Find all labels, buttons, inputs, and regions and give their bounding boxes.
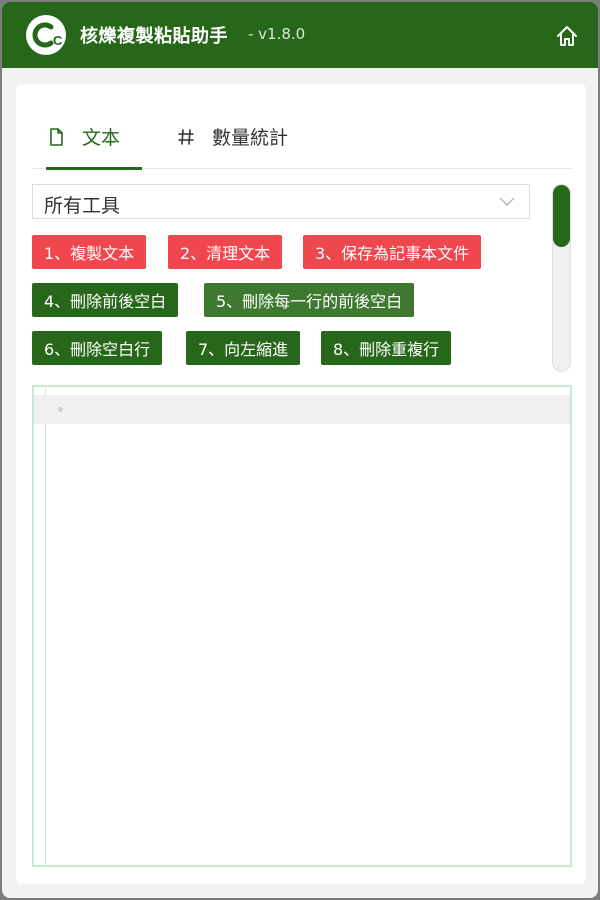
tab-bar: 文本 數量統計 (32, 104, 572, 170)
remove-blank-lines-button[interactable]: 6、刪除空白行 (32, 331, 163, 365)
app-window: C 核爍複製粘貼助手 - v1.8.0 文本 數量統計 所有工具 1、複製文本 … (2, 2, 598, 898)
chevron-down-icon (499, 197, 515, 206)
tools-scrollbar[interactable] (552, 184, 571, 372)
main-card: 文本 數量統計 所有工具 1、複製文本 2、清理文本 3、保存為記事本文件 4、… (16, 84, 586, 884)
tool-category-select[interactable]: 所有工具 (32, 184, 530, 219)
title-bar: C 核爍複製粘貼助手 - v1.8.0 (2, 2, 598, 68)
hash-icon (178, 128, 194, 145)
app-version: - v1.8.0 (248, 25, 306, 43)
tab-text[interactable]: 文本 (46, 104, 143, 170)
file-icon (50, 127, 63, 146)
app-logo-icon: C (26, 15, 66, 55)
text-editor[interactable] (32, 385, 572, 867)
tab-label: 數量統計 (212, 127, 289, 149)
remove-duplicate-lines-button[interactable]: 8、刪除重複行 (321, 331, 452, 365)
editor-gutter (34, 387, 46, 865)
trim-whitespace-button[interactable]: 4、刪除前後空白 (32, 283, 179, 317)
select-value: 所有工具 (44, 195, 121, 217)
editor-active-line[interactable] (34, 395, 570, 424)
svg-text:C: C (53, 33, 63, 48)
trim-each-line-button[interactable]: 5、刪除每一行的前後空白 (204, 283, 415, 317)
indent-left-button[interactable]: 7、向左縮進 (186, 331, 301, 365)
scrollbar-thumb[interactable] (553, 185, 570, 247)
tab-label: 文本 (82, 127, 121, 149)
save-notepad-button[interactable]: 3、保存為記事本文件 (303, 235, 482, 269)
copy-text-button[interactable]: 1、複製文本 (32, 235, 147, 269)
tab-count-statistics[interactable]: 數量統計 (176, 104, 288, 169)
home-icon[interactable] (554, 23, 580, 49)
clear-text-button[interactable]: 2、清理文本 (168, 235, 283, 269)
line-marker-icon (58, 407, 63, 412)
app-title: 核爍複製粘貼助手 (80, 26, 228, 47)
